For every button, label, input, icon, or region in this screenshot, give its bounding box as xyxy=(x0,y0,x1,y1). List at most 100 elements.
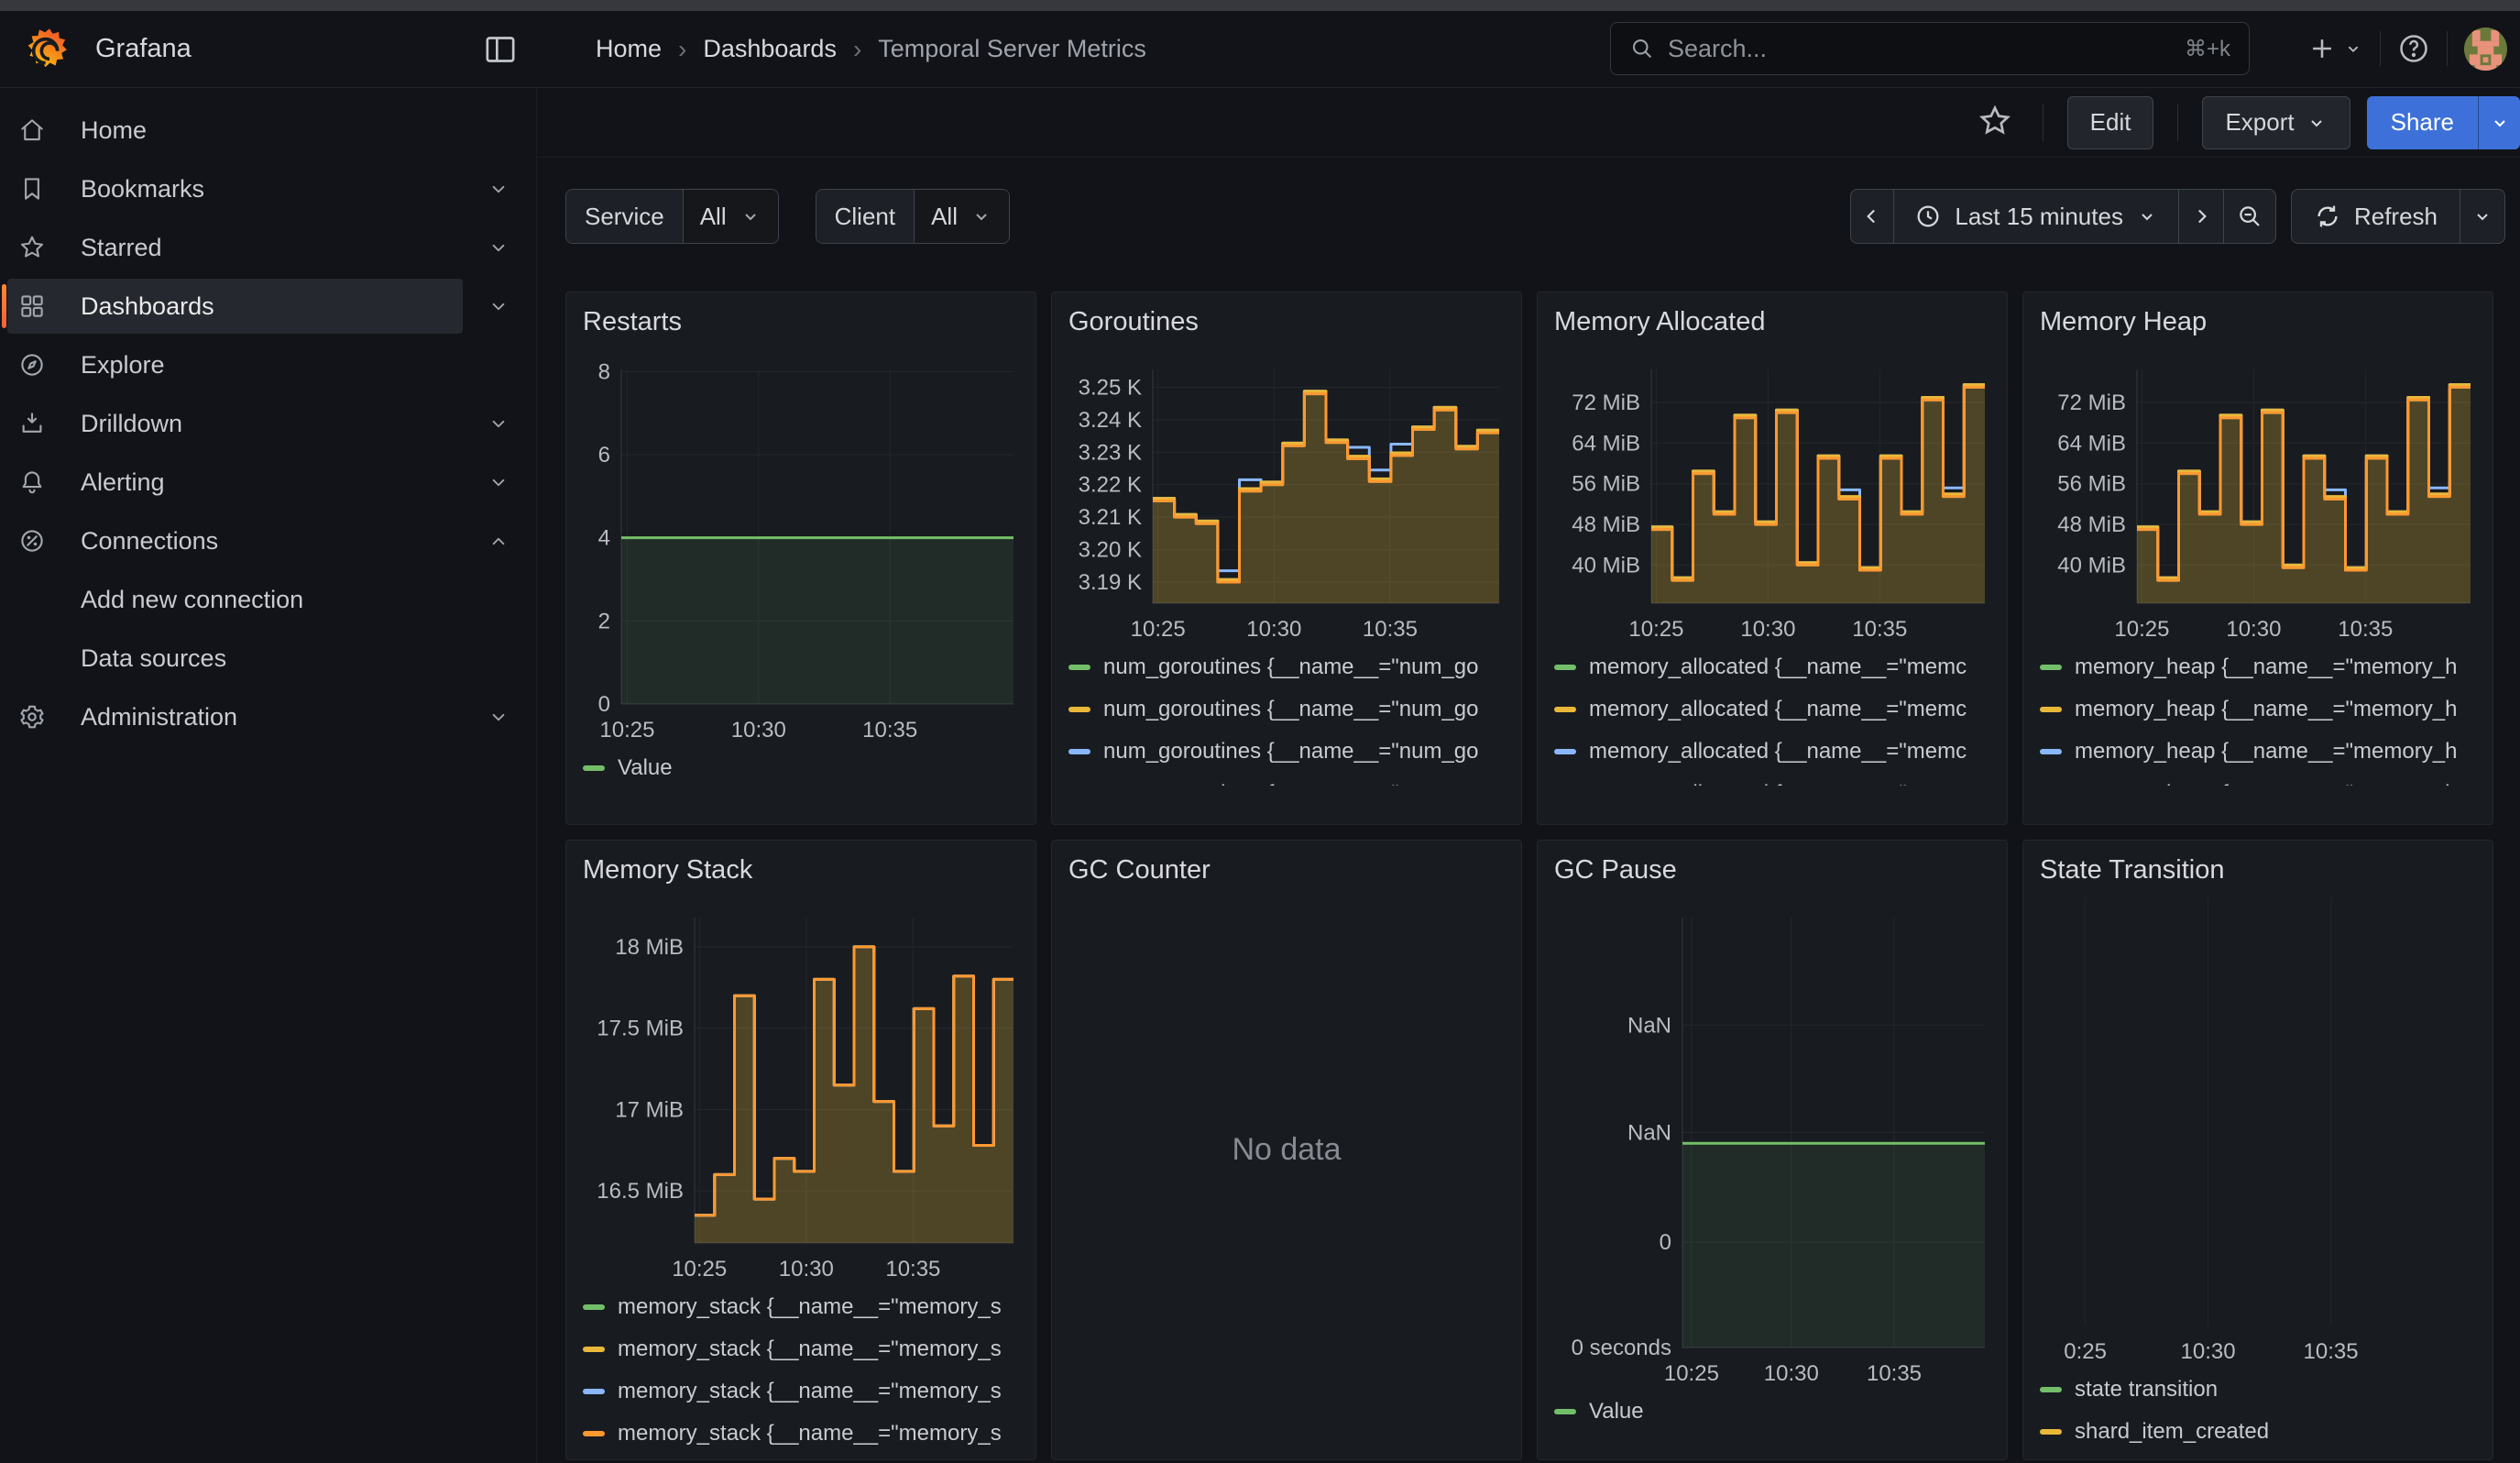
legend-item[interactable]: Value xyxy=(583,747,1019,789)
legend-item[interactable]: shard_item_created xyxy=(2040,1411,2476,1453)
breadcrumb-dashboards[interactable]: Dashboards xyxy=(703,35,837,63)
panel-chart[interactable]: 0:2510:3010:35 xyxy=(2040,890,2478,1367)
sidebar-item-bookmarks[interactable]: Bookmarks xyxy=(0,160,536,218)
help-icon[interactable] xyxy=(2397,32,2430,65)
sidebar-item-explore[interactable]: Explore xyxy=(0,336,536,394)
legend-series-swatch xyxy=(583,1389,605,1394)
chevron-down-icon xyxy=(487,294,510,318)
panel-chart[interactable]: 72 MiB64 MiB56 MiB48 MiB40 MiB10:2510:30… xyxy=(1554,342,1992,644)
legend-item[interactable]: memory_stack {__name__="memory_s xyxy=(583,1370,1019,1413)
panel-chart[interactable]: 18 MiB17.5 MiB17 MiB16.5 MiB10:2510:3010… xyxy=(583,890,1021,1284)
search-shortcut: ⌘+k xyxy=(2185,36,2230,62)
legend-item[interactable]: memory_allocated {__name__="memc xyxy=(1554,773,1990,786)
sidebar-item-label: Starred xyxy=(81,218,162,277)
legend-item[interactable]: memory_heap {__name__="memory_h xyxy=(2040,688,2476,731)
search-placeholder: Search... xyxy=(1668,35,2172,63)
bookmark-icon xyxy=(18,175,46,203)
legend-item[interactable]: memory_heap {__name__="memory_h xyxy=(2040,773,2476,786)
panel-restarts: Restarts 8642010:2510:3010:35Value xyxy=(565,292,1036,825)
panel-memory_allocated: Memory Allocated 72 MiB64 MiB56 MiB48 MiB… xyxy=(1537,292,2008,825)
legend-item[interactable]: num_goroutines {__name__="num_go xyxy=(1068,688,1505,731)
add-new-button[interactable] xyxy=(2306,33,2363,64)
refresh-button[interactable]: Refresh xyxy=(2291,189,2460,244)
compass-icon xyxy=(18,351,46,379)
svg-text:10:30: 10:30 xyxy=(1246,617,1301,642)
legend-series-swatch xyxy=(2040,1429,2062,1435)
legend-item[interactable]: memory_stack {__name__="memory_s xyxy=(583,1328,1019,1370)
sidebar-item-administration[interactable]: Administration xyxy=(0,688,536,746)
legend-item[interactable]: num_goroutines {__name__="num_go xyxy=(1068,731,1505,773)
legend-series-swatch xyxy=(1554,707,1576,712)
sidebar-item-label: Add new connection xyxy=(81,570,303,629)
panel-chart[interactable]: NaNNaN00 seconds10:2510:3010:35 xyxy=(1554,890,1992,1389)
legend-item[interactable]: memory_allocated {__name__="memc xyxy=(1554,646,1990,688)
user-avatar[interactable] xyxy=(2464,28,2507,71)
legend-series-swatch xyxy=(583,765,605,771)
legend-item[interactable]: Value xyxy=(1554,1391,1990,1433)
time-back-icon[interactable] xyxy=(1850,189,1894,244)
legend-item[interactable]: memory_allocated {__name__="memc xyxy=(1554,731,1990,773)
legend-item[interactable]: state transition xyxy=(2040,1369,2476,1411)
panel-gc_pause: GC Pause NaNNaN00 seconds10:2510:3010:35V… xyxy=(1537,840,2008,1460)
filter-bar: Service All Client All Last 15 minutes xyxy=(537,159,2520,292)
sidebar-item-add-new-connection[interactable]: Add new connection xyxy=(0,570,536,629)
panel-chart[interactable]: 8642010:2510:3010:35 xyxy=(583,342,1021,745)
panel-title[interactable]: Memory Allocated xyxy=(1554,307,1990,336)
export-button[interactable]: Export xyxy=(2202,96,2350,149)
service-variable-dropdown[interactable]: Service All xyxy=(565,189,779,244)
sidebar-item-label: Drilldown xyxy=(81,394,182,453)
legend-series-swatch xyxy=(2040,707,2062,712)
svg-text:0 seconds: 0 seconds xyxy=(1572,1336,1671,1360)
legend-series-label: num_goroutines {__name__="num_go xyxy=(1103,654,1479,680)
favorite-star-icon[interactable] xyxy=(1975,103,2015,143)
legend-item[interactable]: memory_stack {__name__="memory_s xyxy=(583,1413,1019,1455)
share-button[interactable]: Share xyxy=(2367,96,2478,149)
edit-button[interactable]: Edit xyxy=(2067,96,2154,149)
svg-text:10:30: 10:30 xyxy=(2226,617,2281,642)
sidebar-item-drilldown[interactable]: Drilldown xyxy=(0,394,536,453)
time-forward-icon[interactable] xyxy=(2178,189,2224,244)
legend-item[interactable]: num_goroutines {__name__="num_go xyxy=(1068,646,1505,688)
legend-item[interactable]: memory_heap {__name__="memory_h xyxy=(2040,731,2476,773)
search-input[interactable]: Search... ⌘+k xyxy=(1610,22,2250,75)
panel-gc_counter: GC CounterNo data xyxy=(1051,840,1522,1460)
panel-legend: Value xyxy=(583,747,1019,789)
panel-title[interactable]: State Transition xyxy=(2040,855,2476,885)
panel-chart[interactable]: 72 MiB64 MiB56 MiB48 MiB40 MiB10:2510:30… xyxy=(2040,342,2478,644)
panel-legend: state transition shard_item_created xyxy=(2040,1369,2476,1453)
divider xyxy=(2177,104,2178,141)
svg-text:10:30: 10:30 xyxy=(731,718,786,742)
legend-series-swatch xyxy=(583,1304,605,1310)
legend-item[interactable]: memory_allocated {__name__="memc xyxy=(1554,688,1990,731)
time-range-picker[interactable]: Last 15 minutes xyxy=(1893,189,2179,244)
dock-sidebar-icon[interactable] xyxy=(482,31,519,68)
panel-title[interactable]: Goroutines xyxy=(1068,307,1505,336)
panel-title[interactable]: Restarts xyxy=(583,307,1019,336)
svg-text:3.24 K: 3.24 K xyxy=(1079,408,1142,433)
svg-text:10:25: 10:25 xyxy=(672,1257,727,1282)
legend-item[interactable]: num_goroutines {__name__="num_go xyxy=(1068,773,1505,786)
grafana-logo-icon[interactable] xyxy=(26,26,73,73)
sidebar-item-dashboards[interactable]: Dashboards xyxy=(0,277,536,336)
sidebar-item-starred[interactable]: Starred xyxy=(0,218,536,277)
sidebar-item-connections[interactable]: Connections xyxy=(0,512,536,570)
zoom-out-icon[interactable] xyxy=(2223,189,2276,244)
share-button-group: Share xyxy=(2367,96,2520,149)
sidebar-item-home[interactable]: Home xyxy=(0,101,536,160)
link-icon xyxy=(18,527,46,555)
legend-item[interactable]: memory_heap {__name__="memory_h xyxy=(2040,646,2476,688)
legend-series-label: shard_item_created xyxy=(2075,1419,2269,1445)
breadcrumb-home[interactable]: Home xyxy=(596,35,662,63)
panel-title[interactable]: Memory Stack xyxy=(583,855,1019,885)
panel-chart[interactable]: 3.25 K3.24 K3.23 K3.22 K3.21 K3.20 K3.19… xyxy=(1068,342,1507,644)
legend-item[interactable]: memory_stack {__name__="memory_s xyxy=(583,1286,1019,1328)
share-dropdown-icon[interactable] xyxy=(2478,96,2520,149)
refresh-interval-dropdown-icon[interactable] xyxy=(2460,189,2505,244)
sidebar-item-alerting[interactable]: Alerting xyxy=(0,453,536,512)
panel-title[interactable]: GC Pause xyxy=(1554,855,1990,885)
client-variable-dropdown[interactable]: Client All xyxy=(816,189,1010,244)
legend-series-label: memory_heap {__name__="memory_h xyxy=(2075,697,2457,722)
sidebar-item-data-sources[interactable]: Data sources xyxy=(0,629,536,688)
svg-text:6: 6 xyxy=(598,443,610,468)
panel-title[interactable]: Memory Heap xyxy=(2040,307,2476,336)
